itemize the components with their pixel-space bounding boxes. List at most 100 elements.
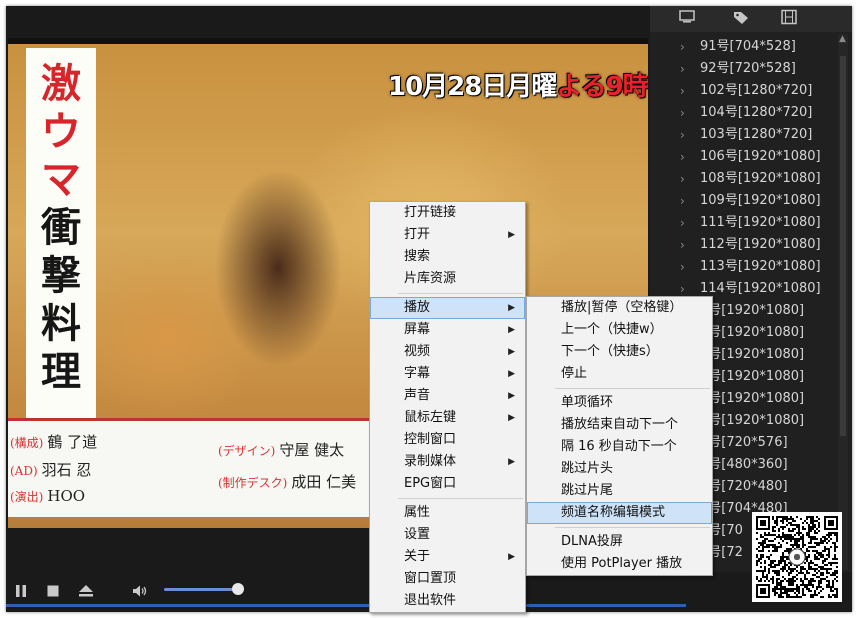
volume-slider-handle[interactable]: [232, 583, 244, 595]
qr-code-image: [752, 512, 842, 602]
playlist-item[interactable]: › 109号[1920*1080]: [650, 190, 840, 212]
scroll-thumb[interactable]: [840, 56, 846, 436]
menu-item[interactable]: 鼠标左键 ▶: [370, 407, 525, 429]
title-char: ウ: [41, 108, 81, 155]
menu-item-label: 窗口置顶: [404, 571, 457, 586]
playlist-item-label: 2号[1920*1080]: [700, 391, 805, 406]
menu-separator: [398, 498, 523, 499]
submenu-arrow-icon: ▶: [508, 391, 515, 401]
submenu-item[interactable]: 频道名称编辑模式: [527, 502, 712, 524]
credit-name: 成田 仁美: [291, 473, 357, 491]
chevron-right-icon[interactable]: ›: [680, 190, 685, 212]
scroll-up-icon[interactable]: ▲: [839, 34, 846, 44]
menu-item[interactable]: 搜索: [370, 246, 525, 268]
tag-icon[interactable]: [732, 9, 750, 29]
pause-icon[interactable]: [14, 584, 28, 602]
credit-item: (AD) 羽石 忍: [10, 459, 91, 480]
submenu-arrow-icon: ▶: [508, 303, 515, 313]
submenu-item-label: 隔 16 秒自动下一个: [561, 439, 677, 454]
menu-item[interactable]: 声音 ▶: [370, 385, 525, 407]
play-submenu: 播放|暂停（空格键） 上一个（快捷w） 下一个（快捷s） 停止单项循环播放结束自动下一…: [526, 296, 713, 576]
submenu-arrow-icon: ▶: [508, 413, 515, 423]
playlist-item[interactable]: › 106号[1920*1080]: [650, 146, 840, 168]
playlist-item[interactable]: › 112号[1920*1080]: [650, 234, 840, 256]
chevron-right-icon[interactable]: ›: [680, 168, 685, 190]
menu-item[interactable]: 片库资源: [370, 268, 525, 290]
playlist-item[interactable]: › 108号[1920*1080]: [650, 168, 840, 190]
credit-name: 羽石 忍: [41, 461, 92, 479]
stop-icon[interactable]: [46, 584, 60, 602]
playlist-item[interactable]: › 111号[1920*1080]: [650, 212, 840, 234]
chevron-right-icon[interactable]: ›: [680, 146, 685, 168]
chevron-right-icon[interactable]: ›: [680, 80, 685, 102]
chevron-right-icon[interactable]: ›: [680, 234, 685, 256]
chevron-right-icon[interactable]: ›: [680, 58, 685, 80]
submenu-item[interactable]: 单项循环: [527, 392, 712, 414]
menu-separator: [555, 388, 710, 389]
broadcast-date: 10月28日月曜: [388, 72, 557, 102]
playlist-item[interactable]: › 103号[1280*720]: [650, 124, 840, 146]
playlist-item[interactable]: › 102号[1280*720]: [650, 80, 840, 102]
eject-icon[interactable]: [78, 584, 94, 602]
monitor-icon[interactable]: [678, 9, 696, 29]
qr-code-icon: [756, 516, 838, 598]
menu-item[interactable]: 屏幕 ▶: [370, 319, 525, 341]
menu-item-label: 关于: [404, 549, 431, 564]
submenu-item-label: 上一个（快捷w）: [561, 322, 663, 337]
playlist-item-label: 108号[1920*1080]: [700, 171, 821, 186]
menu-item[interactable]: 视频 ▶: [370, 341, 525, 363]
submenu-item[interactable]: 播放|暂停（空格键）: [527, 297, 712, 319]
menu-item[interactable]: 播放 ▶: [370, 297, 525, 319]
submenu-item-label: 单项循环: [561, 395, 614, 410]
submenu-item[interactable]: 跳过片头: [527, 458, 712, 480]
submenu-item[interactable]: 停止: [527, 363, 712, 385]
title-char: 撃: [41, 252, 81, 299]
menu-item[interactable]: 控制窗口: [370, 429, 525, 451]
menu-item[interactable]: 打开 ▶: [370, 224, 525, 246]
submenu-item[interactable]: 跳过片尾: [527, 480, 712, 502]
playlist-item[interactable]: › 104号[1280*720]: [650, 102, 840, 124]
context-menu: 打开链接 打开 ▶ 搜索 片库资源 播放 ▶ 屏幕 ▶ 视频 ▶ 字幕 ▶ 声音 ▶ 鼠标左键 ▶ 控制窗口 录制媒…: [369, 201, 526, 613]
volume-slider[interactable]: [164, 588, 242, 591]
credit-name: 鶴 了道: [47, 433, 98, 451]
chevron-right-icon[interactable]: ›: [680, 36, 685, 58]
volume-icon[interactable]: [132, 584, 148, 602]
menu-item-label: 片库资源: [404, 271, 457, 286]
playlist-item[interactable]: › 91号[704*528]: [650, 36, 840, 58]
submenu-item[interactable]: 使用 PotPlayer 播放: [527, 553, 712, 575]
menu-item-label: 录制媒体: [404, 454, 457, 469]
menu-item[interactable]: 录制媒体 ▶: [370, 451, 525, 473]
playlist-scrollbar[interactable]: ▲: [838, 34, 848, 570]
menu-item[interactable]: 属性: [370, 502, 525, 524]
submenu-item[interactable]: 上一个（快捷w）: [527, 319, 712, 341]
menu-item[interactable]: 窗口置顶: [370, 568, 525, 590]
chevron-right-icon[interactable]: ›: [680, 102, 685, 124]
submenu-item[interactable]: 下一个（快捷s）: [527, 341, 712, 363]
chevron-right-icon[interactable]: ›: [680, 256, 685, 278]
menu-item[interactable]: 字幕 ▶: [370, 363, 525, 385]
playlist-item-label: 106号[1920*1080]: [700, 149, 821, 164]
menu-item[interactable]: 打开链接: [370, 202, 525, 224]
submenu-item-label: DLNA投屏: [561, 534, 623, 549]
submenu-item[interactable]: DLNA投屏: [527, 531, 712, 553]
title-char: 理: [41, 348, 81, 395]
menu-item[interactable]: EPG窗口: [370, 473, 525, 495]
playlist-item-label: 6号[480*360]: [700, 457, 788, 472]
chevron-right-icon[interactable]: ›: [680, 212, 685, 234]
playlist-item[interactable]: › 113号[1920*1080]: [650, 256, 840, 278]
menu-item[interactable]: 关于 ▶: [370, 546, 525, 568]
credit-item: (デザイン) 守屋 健太: [218, 439, 344, 460]
menu-item[interactable]: 设置: [370, 524, 525, 546]
submenu-item[interactable]: 播放结束自动下一个: [527, 414, 712, 436]
menu-item[interactable]: 退出软件: [370, 590, 525, 612]
playlist-item-label: 104号[1280*720]: [700, 105, 813, 120]
chevron-right-icon[interactable]: ›: [680, 124, 685, 146]
submenu-arrow-icon: ▶: [508, 457, 515, 467]
submenu-item[interactable]: 隔 16 秒自动下一个: [527, 436, 712, 458]
menu-item-label: 属性: [404, 505, 431, 520]
title-char: マ: [41, 156, 81, 203]
film-icon[interactable]: [780, 9, 798, 29]
seek-bar[interactable]: [6, 604, 686, 607]
menu-item-label: 设置: [404, 527, 431, 542]
playlist-item[interactable]: › 92号[720*528]: [650, 58, 840, 80]
